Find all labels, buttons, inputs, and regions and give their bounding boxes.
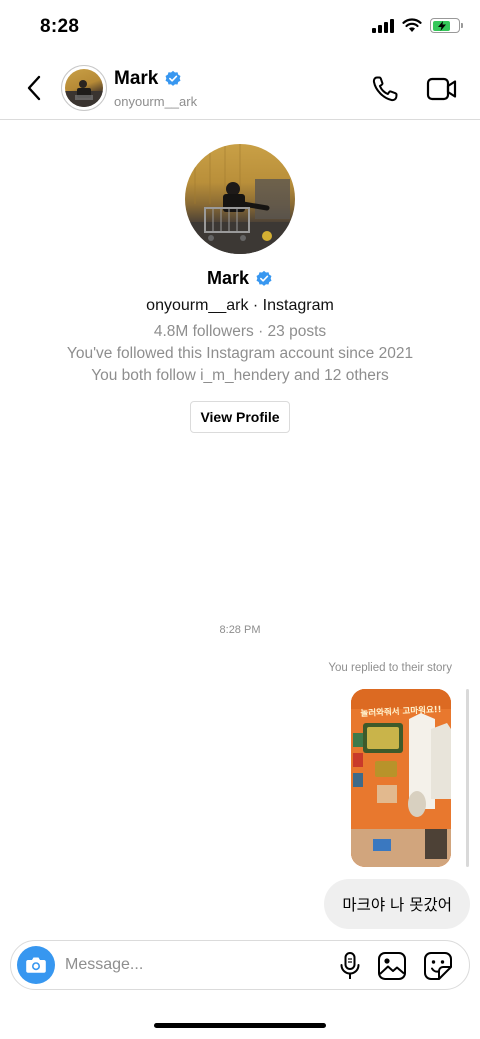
back-button[interactable] — [20, 72, 48, 104]
phone-icon — [372, 76, 398, 102]
profile-avatar[interactable] — [185, 144, 295, 254]
story-reply-thumbnail[interactable]: 놀러와줘서 고마워요!! — [351, 689, 451, 867]
message-input[interactable] — [65, 950, 315, 980]
message-composer — [10, 940, 470, 990]
view-profile-button[interactable]: View Profile — [190, 401, 290, 433]
profile-name: Mark — [0, 268, 480, 289]
home-indicator — [154, 1023, 326, 1028]
status-icons — [372, 18, 463, 33]
audio-call-button[interactable] — [370, 74, 400, 104]
header-name[interactable]: Mark — [114, 68, 182, 90]
sticker-icon — [424, 952, 452, 980]
story-scroll-indicator — [466, 689, 469, 867]
video-call-button[interactable] — [426, 74, 458, 104]
image-icon — [378, 952, 406, 980]
microphone-icon — [340, 952, 360, 979]
camera-icon — [26, 957, 46, 973]
cellular-signal-icon — [372, 18, 394, 33]
header-avatar[interactable] — [61, 65, 107, 111]
chat-header: Mark onyourm__ark — [0, 56, 480, 120]
header-username: onyourm__ark — [114, 94, 198, 109]
profile-stats: 4.8M followers · 23 posts — [153, 323, 327, 340]
profile-name-text: Mark — [206, 268, 250, 288]
sent-message-bubble[interactable]: 마크야 나 못갔어 — [324, 879, 470, 929]
sent-message-text: 마크야 나 못갔어 — [342, 896, 452, 914]
voice-message-button[interactable] — [337, 951, 363, 981]
verified-badge-icon — [256, 270, 272, 286]
gallery-button[interactable] — [377, 951, 407, 981]
camera-button[interactable] — [17, 946, 55, 984]
profile-username-platform: onyourm__ark · Instagram — [146, 297, 334, 314]
profile-card: Mark onyourm__ark · Instagram 4.8M follo… — [0, 144, 480, 433]
battery-icon — [430, 18, 463, 33]
video-camera-icon — [426, 77, 457, 101]
message-timestamp: 8:28 PM — [219, 624, 261, 636]
header-name-text: Mark — [114, 68, 159, 89]
wifi-icon — [402, 18, 422, 32]
profile-mutual-followers: You both follow i_m_hendery and 12 other… — [91, 367, 389, 384]
status-bar: 8:28 — [0, 0, 480, 56]
profile-followed-since: You've followed this Instagram account s… — [66, 345, 414, 362]
verified-badge-icon — [165, 70, 181, 86]
sticker-button[interactable] — [423, 951, 453, 981]
story-reply-label: You replied to their story — [328, 662, 452, 674]
avatar-photo — [65, 69, 103, 107]
status-time: 8:28 — [40, 16, 80, 37]
chevron-left-icon — [27, 75, 41, 101]
